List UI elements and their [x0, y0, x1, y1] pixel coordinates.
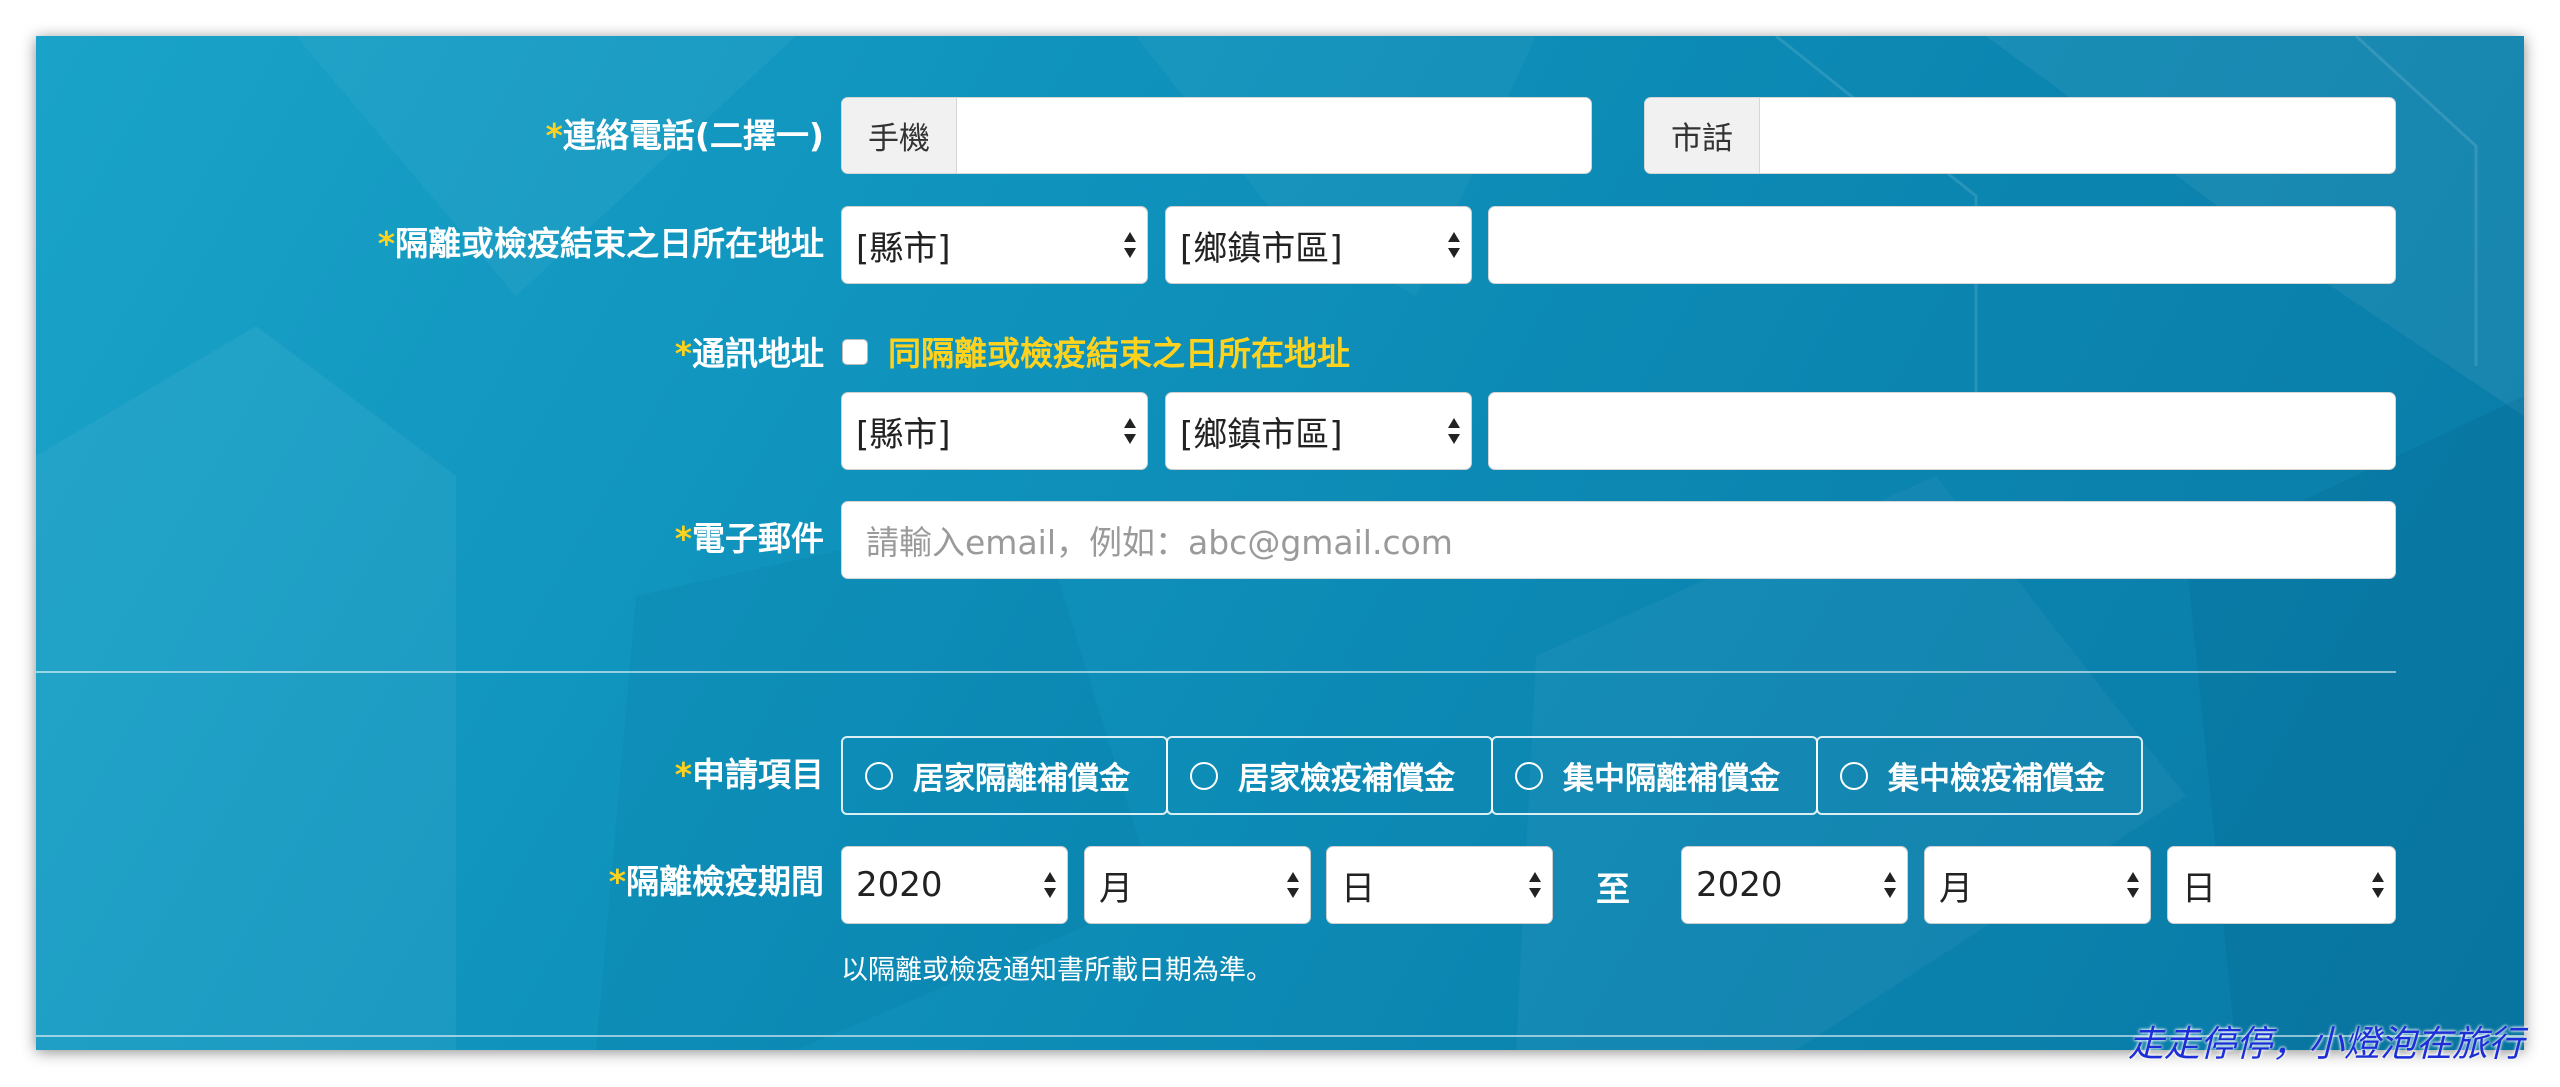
select-arrows-icon	[1448, 232, 1460, 258]
radio-label: 居家隔離補償金	[913, 761, 1130, 797]
radio-label: 集中檢疫補償金	[1888, 761, 2105, 797]
email-label: *電子郵件	[64, 517, 824, 561]
quarantine-district-select[interactable]: [鄉鎮市區]	[1165, 206, 1472, 284]
select-arrows-icon	[1124, 232, 1136, 258]
mailing-district-value: [鄉鎮市區]	[1180, 414, 1343, 455]
select-arrows-icon	[1287, 872, 1299, 898]
email-input[interactable]: 請輸入email，例如：abc@gmail.com	[841, 501, 2396, 579]
landline-prefix: 市話	[1645, 98, 1760, 173]
email-label-text: 電子郵件	[692, 519, 824, 558]
period-label-text: 隔離檢疫期間	[626, 862, 824, 901]
start-day-value: 日	[1341, 868, 1375, 909]
select-arrows-icon	[2372, 872, 2384, 898]
quarantine-city-value: [縣市]	[856, 228, 951, 269]
radio-circle-icon	[1515, 761, 1543, 790]
select-arrows-icon	[1884, 872, 1896, 898]
period-note: 以隔離或檢疫通知書所載日期為準。	[841, 955, 1273, 986]
apply-item-radio-group: 居家隔離補償金 居家檢疫補償金 集中隔離補償金 集中檢疫補償金	[841, 736, 2150, 815]
quarantine-street-input[interactable]	[1488, 206, 2396, 284]
required-mark: *	[377, 224, 395, 263]
end-month-select[interactable]: 月	[1924, 846, 2151, 924]
start-day-select[interactable]: 日	[1326, 846, 1553, 924]
email-placeholder: 請輸入email，例如：abc@gmail.com	[866, 523, 1453, 562]
select-arrows-icon	[1124, 418, 1136, 444]
phone-label-text: 連絡電話(二擇一)	[562, 116, 824, 155]
quarantine-address-label-text: 隔離或檢疫結束之日所在地址	[395, 224, 824, 263]
select-arrows-icon	[2127, 872, 2139, 898]
select-arrows-icon	[1044, 872, 1056, 898]
required-mark: *	[608, 862, 626, 901]
mobile-phone-input[interactable]: 手機	[841, 97, 1592, 174]
apply-item-label-text: 申請項目	[692, 755, 824, 794]
start-month-select[interactable]: 月	[1084, 846, 1311, 924]
quarantine-address-label: *隔離或檢疫結束之日所在地址	[64, 222, 824, 266]
end-day-value: 日	[2182, 868, 2216, 909]
same-address-checkbox[interactable]	[842, 339, 868, 365]
required-mark: *	[674, 519, 692, 558]
radio-label: 集中隔離補償金	[1563, 761, 1780, 797]
mailing-address-label-text: 通訊地址	[692, 334, 824, 373]
end-year-select[interactable]: 2020	[1681, 846, 1908, 924]
apply-item-label: *申請項目	[64, 753, 824, 797]
period-to-label: 至	[1596, 870, 1630, 910]
radio-home-isolation[interactable]: 居家隔離補償金	[841, 736, 1168, 815]
mailing-address-label: *通訊地址	[64, 332, 824, 376]
section-divider	[36, 671, 2396, 673]
required-mark: *	[674, 755, 692, 794]
start-year-select[interactable]: 2020	[841, 846, 1068, 924]
select-arrows-icon	[1448, 418, 1460, 444]
mailing-street-input[interactable]	[1488, 392, 2396, 470]
start-month-value: 月	[1099, 868, 1133, 909]
end-month-value: 月	[1939, 868, 1973, 909]
same-address-label[interactable]: 同隔離或檢疫結束之日所在地址	[888, 332, 1350, 376]
quarantine-city-select[interactable]: [縣市]	[841, 206, 1148, 284]
phone-label: *連絡電話(二擇一)	[64, 114, 824, 158]
radio-home-quarantine[interactable]: 居家檢疫補償金	[1166, 736, 1493, 815]
radio-circle-icon	[1190, 761, 1218, 790]
start-year-value: 2020	[856, 865, 943, 905]
end-year-value: 2020	[1696, 865, 1783, 905]
landline-phone-input[interactable]: 市話	[1644, 97, 2396, 174]
mobile-prefix: 手機	[842, 98, 957, 173]
radio-circle-icon	[865, 761, 893, 790]
period-label: *隔離檢疫期間	[64, 860, 824, 904]
mailing-city-select[interactable]: [縣市]	[841, 392, 1148, 470]
radio-central-isolation[interactable]: 集中隔離補償金	[1491, 736, 1818, 815]
end-day-select[interactable]: 日	[2167, 846, 2396, 924]
quarantine-district-value: [鄉鎮市區]	[1180, 228, 1343, 269]
radio-circle-icon	[1840, 761, 1868, 790]
required-mark: *	[545, 116, 563, 155]
radio-label: 居家檢疫補償金	[1238, 761, 1455, 797]
mailing-city-value: [縣市]	[856, 414, 951, 455]
radio-central-quarantine[interactable]: 集中檢疫補償金	[1816, 736, 2143, 815]
watermark-signature: 走走停停，小燈泡在旅行	[2127, 1024, 2524, 1065]
mailing-district-select[interactable]: [鄉鎮市區]	[1165, 392, 1472, 470]
form-panel: *連絡電話(二擇一) 手機 市話 *隔離或檢疫結束之日所在地址 [縣市] [鄉鎮…	[36, 36, 2524, 1050]
select-arrows-icon	[1529, 872, 1541, 898]
required-mark: *	[674, 334, 692, 373]
